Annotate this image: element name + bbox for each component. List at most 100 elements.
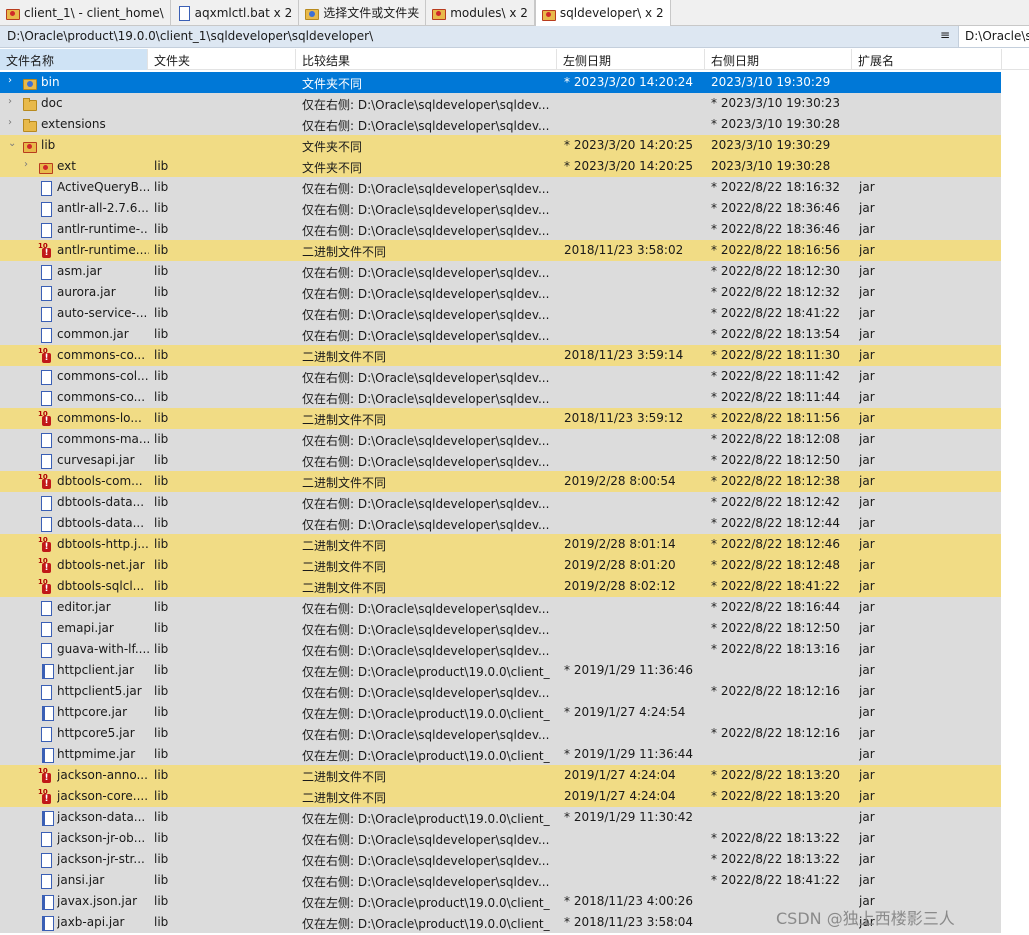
binary-diff-icon <box>38 473 52 489</box>
file-name: bin <box>41 75 60 89</box>
folder-diff-icon <box>431 6 447 20</box>
table-row[interactable]: curvesapi.jar lib 仅在右侧: D:\Oracle\sqldevel… <box>0 450 1001 471</box>
extension: jar <box>859 789 875 803</box>
extension: jar <box>859 516 875 530</box>
file-icon <box>38 370 52 385</box>
expand-icon[interactable]: › <box>8 117 18 128</box>
table-row[interactable]: jackson-anno... lib 二进制文件不同 2019/1/27 4:24:… <box>0 765 1001 786</box>
table-row[interactable]: › ext lib 文件夹不同 * 2023/3/20 14:20:25 2023/3/1… <box>0 156 1001 177</box>
table-row[interactable]: jackson-jr-str... lib 仅在右侧: D:\Oracle\sqld… <box>0 849 1001 870</box>
file-icon <box>38 286 52 301</box>
folder-cell: lib <box>154 600 169 614</box>
table-row[interactable]: aurora.jar lib 仅在右侧: D:\Oracle\sqldevelope… <box>0 282 1001 303</box>
file-name: ext <box>57 159 76 173</box>
table-row[interactable]: guava-with-lf.... lib 仅在右侧: D:\Oracle\sqld… <box>0 639 1001 660</box>
expand-icon[interactable]: › <box>24 159 34 170</box>
tab-aqxmlctl[interactable]: aqxmlctl.bat x 2 <box>170 0 300 25</box>
table-row[interactable]: httpmime.jar lib 仅在左侧: D:\Oracle\product\1… <box>0 744 1001 765</box>
table-row[interactable]: dbtools-com... lib 二进制文件不同 2019/2/28 8:00:5… <box>0 471 1001 492</box>
left-date: * 2019/1/29 11:36:44 <box>564 747 694 761</box>
right-date: 2023/3/10 19:30:28 <box>711 159 831 173</box>
left-path[interactable]: D:\Oracle\product\19.0.0\client_1\sqldev… <box>7 29 373 43</box>
column-ext-header[interactable]: 扩展名 <box>852 49 1002 70</box>
compare-result: 仅在右侧: D:\Oracle\sqldeveloper\sqldev... <box>302 119 550 133</box>
table-row[interactable]: antlr-runtime.... lib 二进制文件不同 2018/11/23 3:… <box>0 240 1001 261</box>
binary-diff-icon <box>38 410 52 426</box>
table-row[interactable]: httpclient.jar lib 仅在左侧: D:\Oracle\product… <box>0 660 1001 681</box>
binary-diff-icon <box>38 347 52 363</box>
table-row[interactable]: dbtools-data... lib 仅在右侧: D:\Oracle\sqldev… <box>0 492 1001 513</box>
compare-result: 仅在右侧: D:\Oracle\sqldeveloper\sqldev... <box>302 224 550 238</box>
left-date: 2019/1/27 4:24:04 <box>564 789 676 803</box>
table-row[interactable]: commons-lo... lib 二进制文件不同 2018/11/23 3:59:1… <box>0 408 1001 429</box>
tab-client-home[interactable]: client_1\ - client_home\ <box>0 0 171 25</box>
table-row[interactable]: asm.jar lib 仅在右侧: D:\Oracle\sqldeveloper\s… <box>0 261 1001 282</box>
extension: jar <box>859 558 875 572</box>
table-row[interactable]: commons-col... lib 仅在右侧: D:\Oracle\sqldeve… <box>0 366 1001 387</box>
column-result-header[interactable]: 比较结果 <box>296 49 557 70</box>
right-date: * 2022/8/22 18:16:44 <box>711 600 841 614</box>
extension: jar <box>859 201 875 215</box>
collapse-icon[interactable]: ⌄ <box>8 138 18 149</box>
table-row[interactable]: common.jar lib 仅在右侧: D:\Oracle\sqldevelope… <box>0 324 1001 345</box>
table-row[interactable]: › bin 文件夹不同 * 2023/3/20 14:20:24 2023/3/10 1… <box>0 72 1001 93</box>
file-name: jansi.jar <box>57 873 105 887</box>
tab-sqldeveloper[interactable]: sqldeveloper\ x 2 <box>534 0 671 26</box>
folder-cell: lib <box>154 558 169 572</box>
expand-icon[interactable]: › <box>8 96 18 107</box>
left-date: 2018/11/23 3:59:12 <box>564 411 684 425</box>
left-date: 2019/2/28 8:00:54 <box>564 474 676 488</box>
folder-cell: lib <box>154 684 169 698</box>
column-name-header[interactable]: 文件名称 <box>0 49 148 70</box>
table-row[interactable]: httpclient5.jar lib 仅在右侧: D:\Oracle\sqldev… <box>0 681 1001 702</box>
table-row[interactable]: dbtools-net.jar lib 二进制文件不同 2019/2/28 8:01:… <box>0 555 1001 576</box>
table-row[interactable]: › doc 仅在右侧: D:\Oracle\sqldeveloper\sqldev.… <box>0 93 1001 114</box>
compare-result: 仅在右侧: D:\Oracle\sqldeveloper\sqldev... <box>302 602 550 616</box>
column-right-date-header[interactable]: 右侧日期 <box>705 49 852 70</box>
tab-label: client_1\ - client_home\ <box>24 5 164 20</box>
table-row[interactable]: httpcore.jar lib 仅在左侧: D:\Oracle\product\1… <box>0 702 1001 723</box>
table-row[interactable]: dbtools-data... lib 仅在右侧: D:\Oracle\sqldev… <box>0 513 1001 534</box>
folder-cell: lib <box>154 663 169 677</box>
left-date: * 2023/3/20 14:20:24 <box>564 75 694 89</box>
table-row[interactable]: commons-ma... lib 仅在右侧: D:\Oracle\sqldevel… <box>0 429 1001 450</box>
table-row[interactable]: antlr-runtime-... lib 仅在右侧: D:\Oracle\sqld… <box>0 219 1001 240</box>
table-row[interactable]: auto-service-... lib 仅在右侧: D:\Oracle\sqlde… <box>0 303 1001 324</box>
table-row[interactable]: httpcore5.jar lib 仅在右侧: D:\Oracle\sqldevel… <box>0 723 1001 744</box>
file-name: doc <box>41 96 63 110</box>
column-folder-header[interactable]: 文件夹 <box>148 49 296 70</box>
table-row[interactable]: jackson-core.... lib 二进制文件不同 2019/1/27 4:24… <box>0 786 1001 807</box>
table-row[interactable]: antlr-all-2.7.6.... lib 仅在右侧: D:\Oracle\sq… <box>0 198 1001 219</box>
expand-icon[interactable]: › <box>8 75 18 86</box>
extension: jar <box>859 264 875 278</box>
table-row[interactable]: ActiveQueryB... lib 仅在右侧: D:\Oracle\sqldev… <box>0 177 1001 198</box>
tab-label: sqldeveloper\ x 2 <box>559 6 664 20</box>
table-row[interactable]: jansi.jar lib 仅在右侧: D:\Oracle\sqldeveloper… <box>0 870 1001 891</box>
compare-result: 仅在右侧: D:\Oracle\sqldeveloper\sqldev... <box>302 98 550 112</box>
folder-cell: lib <box>154 390 169 404</box>
right-path[interactable]: D:\Oracle\sqldeveloper\sqldeveloper\ <box>958 26 1029 47</box>
file-icon <box>38 685 52 700</box>
table-row[interactable]: dbtools-http.j... lib 二进制文件不同 2019/2/28 8:0… <box>0 534 1001 555</box>
file-name: aurora.jar <box>57 285 116 299</box>
table-row[interactable]: emapi.jar lib 仅在右侧: D:\Oracle\sqldeveloper… <box>0 618 1001 639</box>
table-row[interactable]: commons-co... lib 二进制文件不同 2018/11/23 3:59:1… <box>0 345 1001 366</box>
tab-label: modules\ x 2 <box>450 5 528 20</box>
table-row[interactable]: commons-co... lib 仅在右侧: D:\Oracle\sqldevel… <box>0 387 1001 408</box>
table-row[interactable]: › extensions 仅在右侧: D:\Oracle\sqldeveloper\… <box>0 114 1001 135</box>
file-left-icon <box>38 811 54 826</box>
path-menu-icon[interactable]: ≡ <box>940 28 950 42</box>
extension: jar <box>859 726 875 740</box>
compare-result: 仅在右侧: D:\Oracle\sqldeveloper\sqldev... <box>302 854 550 868</box>
table-row[interactable]: editor.jar lib 仅在右侧: D:\Oracle\sqldevelope… <box>0 597 1001 618</box>
path-bar: D:\Oracle\product\19.0.0\client_1\sqldev… <box>0 26 1029 48</box>
tab-modules[interactable]: modules\ x 2 <box>426 0 535 25</box>
file-icon <box>38 601 52 616</box>
table-row[interactable]: jackson-data... lib 仅在左侧: D:\Oracle\produc… <box>0 807 1001 828</box>
table-row[interactable]: jackson-jr-ob... lib 仅在右侧: D:\Oracle\sqlde… <box>0 828 1001 849</box>
table-row[interactable]: ⌄ lib 文件夹不同 * 2023/3/20 14:20:25 2023/3/10 1… <box>0 135 1001 156</box>
column-left-date-header[interactable]: 左侧日期 <box>557 49 705 70</box>
folder-cell: lib <box>154 348 169 362</box>
table-row[interactable]: dbtools-sqlcl... lib 二进制文件不同 2019/2/28 8:02… <box>0 576 1001 597</box>
tab-select-files[interactable]: 选择文件或文件夹 <box>299 0 427 25</box>
